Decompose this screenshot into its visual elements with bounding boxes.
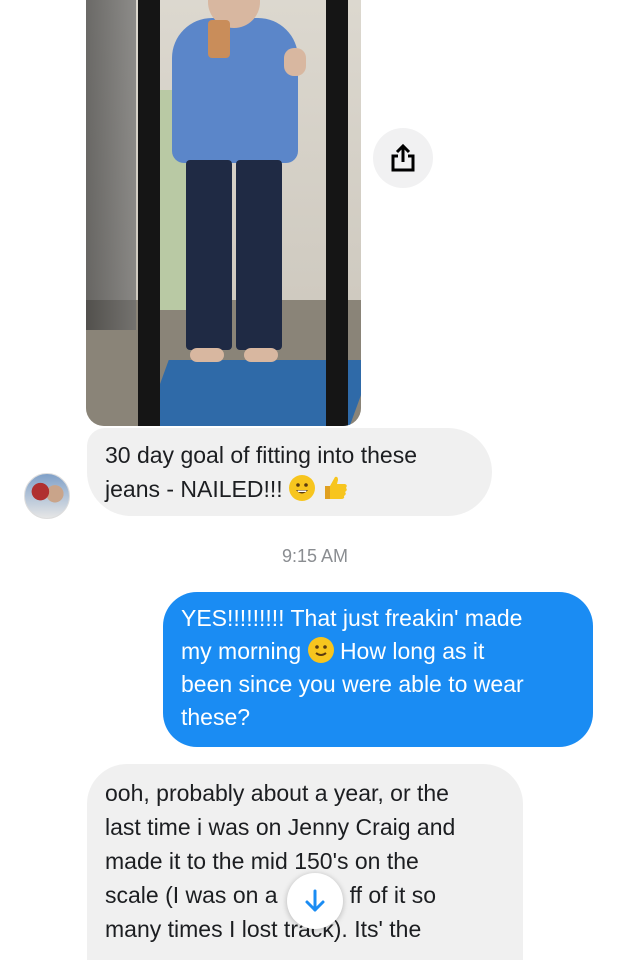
person-thumb — [284, 48, 306, 76]
shared-photo[interactable] — [86, 0, 361, 426]
message-text-line: been since you were able to wear — [181, 671, 524, 697]
mirror-frame-right — [326, 0, 348, 426]
message-text-line: these? — [181, 704, 251, 730]
message-incoming[interactable]: 30 day goal of fitting into these jeans … — [87, 428, 492, 516]
message-text-line: my morning How long as it — [181, 637, 485, 664]
message-text-line: jeans - NAILED!!! — [105, 472, 474, 506]
person-leg-left — [186, 160, 232, 350]
mirror-frame-left — [138, 0, 160, 426]
message-timestamp: 9:15 AM — [281, 546, 349, 566]
message-outgoing[interactable]: YES!!!!!!!!! That just freakin' made my … — [163, 592, 593, 747]
share-icon — [391, 143, 415, 172]
share-button[interactable] — [373, 128, 433, 188]
person-leg-right — [236, 160, 282, 350]
thumbs-up-icon — [321, 475, 349, 501]
message-text-line: made it to the mid 150's on the — [105, 848, 419, 874]
message-text-line: ooh, probably about a year, or the — [105, 780, 449, 806]
grinning-face-icon — [289, 475, 316, 501]
photo-bike — [86, 0, 136, 330]
arrow-down-icon — [305, 889, 325, 912]
avatar[interactable] — [24, 473, 70, 519]
scroll-to-bottom-button[interactable] — [287, 873, 343, 929]
person-foot-right — [244, 348, 278, 362]
message-text-line: 30 day goal of fitting into these — [105, 442, 417, 468]
slightly-smiling-face-icon — [307, 637, 334, 663]
person-sweater — [172, 18, 298, 163]
message-text-line: last time i was on Jenny Craig and — [105, 814, 456, 840]
message-incoming[interactable]: ooh, probably about a year, or the last … — [87, 764, 523, 960]
message-text-line: YES!!!!!!!!! That just freakin' made — [181, 605, 523, 631]
person-foot-left — [190, 348, 224, 362]
person-phone — [208, 20, 230, 58]
